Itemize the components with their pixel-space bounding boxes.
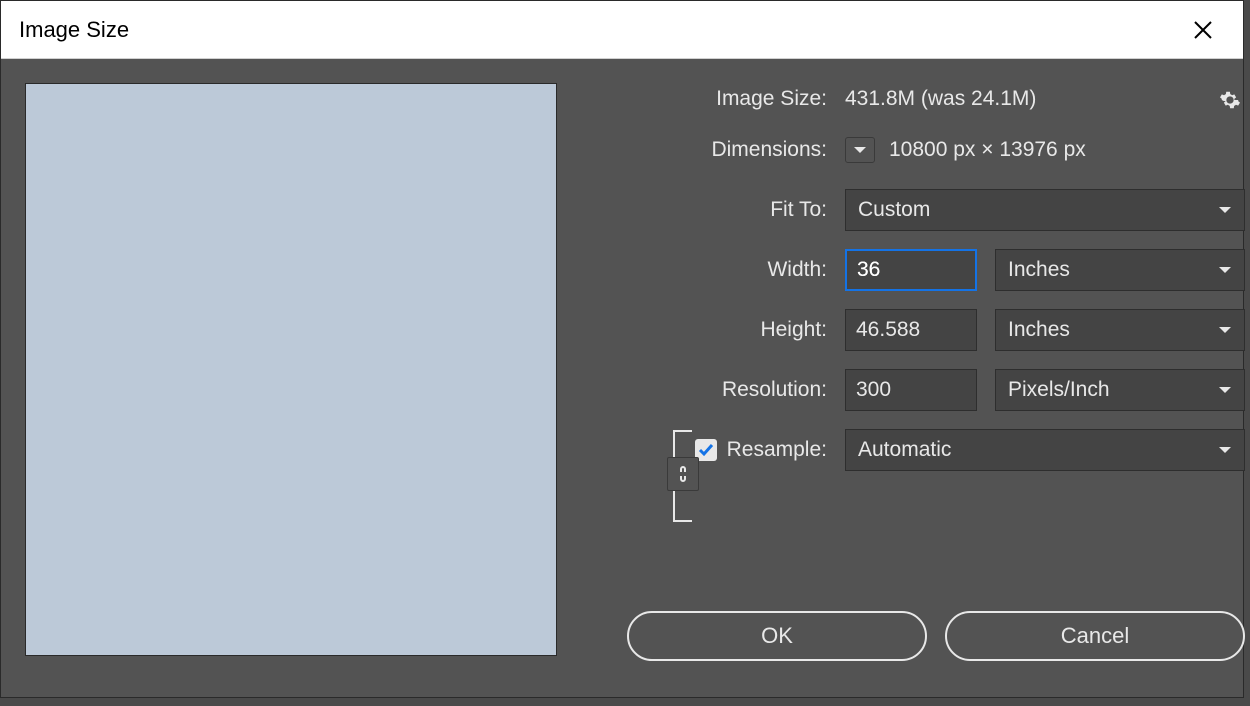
image-size-row: Image Size: 431.8M (was 24.1M) (617, 87, 1245, 111)
fit-to-row: Fit To: Custom (617, 189, 1245, 231)
chevron-down-icon (853, 145, 867, 155)
width-unit-value: Inches (1008, 258, 1070, 282)
chevron-down-icon (1218, 205, 1232, 215)
fit-to-select[interactable]: Custom (845, 189, 1245, 231)
width-input[interactable] (845, 249, 977, 291)
height-row: Height: Inches (617, 309, 1245, 351)
resolution-input[interactable] (845, 369, 977, 411)
chevron-down-icon (1218, 445, 1232, 455)
image-size-label: Image Size: (617, 87, 827, 111)
close-icon (1193, 20, 1213, 40)
chevron-down-icon (1218, 265, 1232, 275)
button-row: OK Cancel (617, 611, 1245, 673)
constrain-proportions-button[interactable] (667, 457, 699, 491)
close-button[interactable] (1181, 8, 1225, 52)
width-row: Width: Inches (617, 249, 1245, 291)
controls-panel: Image Size: 431.8M (was 24.1M) Dimension… (617, 83, 1245, 673)
height-label: Height: (617, 318, 827, 342)
resample-label: Resample: (727, 438, 827, 462)
chevron-down-icon (1218, 325, 1232, 335)
resolution-row: Resolution: Pixels/Inch (617, 369, 1245, 411)
width-height-group: Width: Inches Height: Inches (617, 249, 1245, 369)
dimensions-row: Dimensions: 10800 px × 13976 px (617, 137, 1245, 163)
link-icon (676, 463, 690, 485)
titlebar: Image Size (1, 1, 1243, 59)
image-size-value: 431.8M (was 24.1M) (845, 87, 1036, 111)
cancel-button[interactable]: Cancel (945, 611, 1245, 661)
dimensions-label: Dimensions: (617, 138, 827, 162)
chevron-down-icon (1218, 385, 1232, 395)
image-size-dialog: Image Size Image Size: 431.8M (was 24.1M… (0, 0, 1244, 698)
ok-button[interactable]: OK (627, 611, 927, 661)
resample-value: Automatic (858, 438, 951, 462)
width-label: Width: (617, 258, 827, 282)
resample-select[interactable]: Automatic (845, 429, 1245, 471)
gear-icon (1219, 89, 1241, 111)
settings-button[interactable] (1219, 89, 1241, 117)
height-unit-value: Inches (1008, 318, 1070, 342)
image-preview[interactable] (25, 83, 557, 656)
resolution-label: Resolution: (617, 378, 827, 402)
dialog-title: Image Size (19, 17, 129, 43)
fit-to-value: Custom (858, 198, 930, 222)
height-input[interactable] (845, 309, 977, 351)
resolution-unit-select[interactable]: Pixels/Inch (995, 369, 1245, 411)
resample-row: Resample: Automatic (617, 429, 1245, 471)
resolution-unit-value: Pixels/Inch (1008, 378, 1110, 402)
dimensions-value: 10800 px × 13976 px (889, 138, 1086, 162)
fit-to-label: Fit To: (617, 198, 827, 222)
dialog-body: Image Size: 431.8M (was 24.1M) Dimension… (1, 59, 1243, 697)
dimensions-unit-toggle[interactable] (845, 137, 875, 163)
width-unit-select[interactable]: Inches (995, 249, 1245, 291)
height-unit-select[interactable]: Inches (995, 309, 1245, 351)
